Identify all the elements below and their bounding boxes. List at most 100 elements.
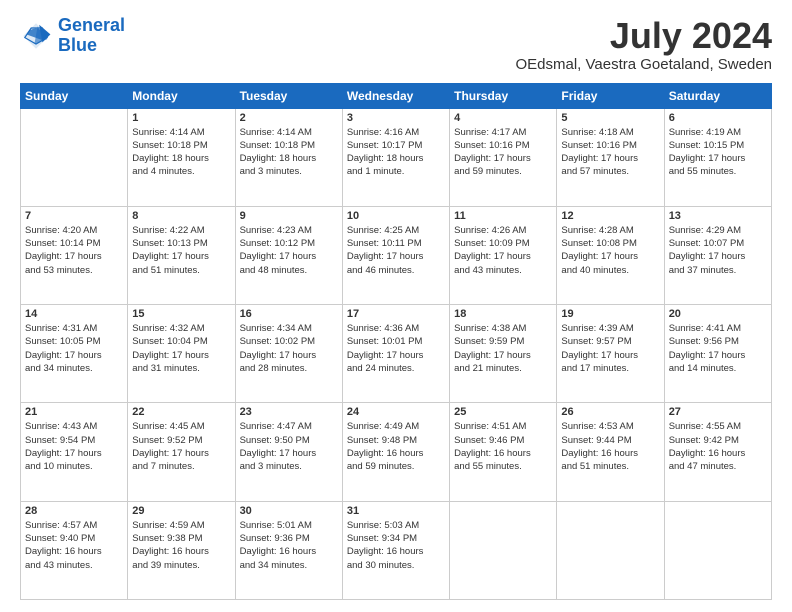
day-number: 28 (25, 505, 123, 517)
day-info: Sunrise: 4:31 AM Sunset: 10:05 PM Daylig… (25, 322, 123, 375)
calendar-cell: 24Sunrise: 4:49 AM Sunset: 9:48 PM Dayli… (342, 403, 449, 501)
title-block: July 2024 OEdsmal, Vaestra Goetaland, Sw… (515, 16, 772, 73)
day-number: 27 (669, 406, 767, 418)
calendar-cell: 30Sunrise: 5:01 AM Sunset: 9:36 PM Dayli… (235, 501, 342, 599)
calendar-cell: 6 Sunrise: 4:19 AM Sunset: 10:15 PM Dayli… (664, 108, 771, 206)
header: General Blue July 2024 OEdsmal, Vaestra … (20, 16, 772, 73)
calendar-cell: 12Sunrise: 4:28 AM Sunset: 10:08 PM Dayl… (557, 206, 664, 304)
day-info: Sunrise: 4:22 AM Sunset: 10:13 PM Daylig… (132, 224, 230, 277)
day-number: 4 (454, 112, 552, 124)
calendar-cell: 19Sunrise: 4:39 AM Sunset: 9:57 PM Dayli… (557, 305, 664, 403)
logo-icon (20, 20, 52, 52)
day-number: 6 (669, 112, 767, 124)
calendar-cell (557, 501, 664, 599)
day-number: 11 (454, 210, 552, 222)
day-info: Sunrise: 4:55 AM Sunset: 9:42 PM Dayligh… (669, 420, 767, 473)
day-number: 10 (347, 210, 445, 222)
day-number: 20 (669, 308, 767, 320)
calendar-cell: 1 Sunrise: 4:14 AM Sunset: 10:18 PM Dayli… (128, 108, 235, 206)
calendar-cell: 17 Sunrise: 4:36 AM Sunset: 10:01 PM Dayl… (342, 305, 449, 403)
col-monday: Monday (128, 83, 235, 108)
logo: General Blue (20, 16, 125, 56)
logo-blue: Blue (58, 35, 97, 55)
day-number: 24 (347, 406, 445, 418)
week-row-5: 28 Sunrise: 4:57 AM Sunset: 9:40 PM Dayli… (21, 501, 772, 599)
day-info: Sunrise: 5:03 AM Sunset: 9:34 PM Dayligh… (347, 519, 445, 572)
day-number: 3 (347, 112, 445, 124)
day-info: Sunrise: 4:41 AM Sunset: 9:56 PM Dayligh… (669, 322, 767, 375)
day-info: Sunrise: 4:43 AM Sunset: 9:54 PM Dayligh… (25, 420, 123, 473)
day-info: Sunrise: 4:45 AM Sunset: 9:52 PM Dayligh… (132, 420, 230, 473)
day-info: Sunrise: 4:25 AM Sunset: 10:11 PM Daylig… (347, 224, 445, 277)
col-thursday: Thursday (450, 83, 557, 108)
day-info: Sunrise: 4:32 AM Sunset: 10:04 PM Daylig… (132, 322, 230, 375)
calendar-cell: 11 Sunrise: 4:26 AM Sunset: 10:09 PM Dayl… (450, 206, 557, 304)
calendar-cell (21, 108, 128, 206)
day-info: Sunrise: 4:47 AM Sunset: 9:50 PM Dayligh… (240, 420, 338, 473)
calendar-cell: 16Sunrise: 4:34 AM Sunset: 10:02 PM Dayl… (235, 305, 342, 403)
day-info: Sunrise: 4:18 AM Sunset: 10:16 PM Daylig… (561, 126, 659, 179)
calendar-cell: 28 Sunrise: 4:57 AM Sunset: 9:40 PM Dayli… (21, 501, 128, 599)
page: General Blue July 2024 OEdsmal, Vaestra … (0, 0, 792, 612)
calendar-cell: 14Sunrise: 4:31 AM Sunset: 10:05 PM Dayl… (21, 305, 128, 403)
calendar-header-row: Sunday Monday Tuesday Wednesday Thursday… (21, 83, 772, 108)
week-row-2: 7 Sunrise: 4:20 AM Sunset: 10:14 PM Dayli… (21, 206, 772, 304)
calendar-cell: 31 Sunrise: 5:03 AM Sunset: 9:34 PM Dayli… (342, 501, 449, 599)
day-number: 26 (561, 406, 659, 418)
week-row-4: 21 Sunrise: 4:43 AM Sunset: 9:54 PM Dayli… (21, 403, 772, 501)
calendar-cell: 27 Sunrise: 4:55 AM Sunset: 9:42 PM Dayli… (664, 403, 771, 501)
day-number: 31 (347, 505, 445, 517)
day-number: 5 (561, 112, 659, 124)
logo-text: General Blue (58, 16, 125, 56)
calendar-cell: 8 Sunrise: 4:22 AM Sunset: 10:13 PM Dayli… (128, 206, 235, 304)
col-wednesday: Wednesday (342, 83, 449, 108)
day-info: Sunrise: 4:26 AM Sunset: 10:09 PM Daylig… (454, 224, 552, 277)
day-number: 19 (561, 308, 659, 320)
day-info: Sunrise: 4:14 AM Sunset: 10:18 PM Daylig… (132, 126, 230, 179)
day-info: Sunrise: 4:53 AM Sunset: 9:44 PM Dayligh… (561, 420, 659, 473)
day-number: 16 (240, 308, 338, 320)
day-info: Sunrise: 4:29 AM Sunset: 10:07 PM Daylig… (669, 224, 767, 277)
day-info: Sunrise: 4:51 AM Sunset: 9:46 PM Dayligh… (454, 420, 552, 473)
day-info: Sunrise: 4:19 AM Sunset: 10:15 PM Daylig… (669, 126, 767, 179)
col-saturday: Saturday (664, 83, 771, 108)
calendar-cell: 18 Sunrise: 4:38 AM Sunset: 9:59 PM Dayli… (450, 305, 557, 403)
day-info: Sunrise: 4:38 AM Sunset: 9:59 PM Dayligh… (454, 322, 552, 375)
day-number: 7 (25, 210, 123, 222)
day-info: Sunrise: 4:14 AM Sunset: 10:18 PM Daylig… (240, 126, 338, 179)
calendar-cell: 15 Sunrise: 4:32 AM Sunset: 10:04 PM Dayl… (128, 305, 235, 403)
day-number: 21 (25, 406, 123, 418)
calendar-cell: 13 Sunrise: 4:29 AM Sunset: 10:07 PM Dayl… (664, 206, 771, 304)
col-sunday: Sunday (21, 83, 128, 108)
calendar-cell: 2Sunrise: 4:14 AM Sunset: 10:18 PM Dayli… (235, 108, 342, 206)
calendar-cell: 22 Sunrise: 4:45 AM Sunset: 9:52 PM Dayli… (128, 403, 235, 501)
day-info: Sunrise: 4:20 AM Sunset: 10:14 PM Daylig… (25, 224, 123, 277)
day-number: 17 (347, 308, 445, 320)
logo-general: General (58, 15, 125, 35)
col-tuesday: Tuesday (235, 83, 342, 108)
day-info: Sunrise: 4:57 AM Sunset: 9:40 PM Dayligh… (25, 519, 123, 572)
calendar-cell: 10 Sunrise: 4:25 AM Sunset: 10:11 PM Dayl… (342, 206, 449, 304)
day-number: 8 (132, 210, 230, 222)
calendar-cell: 29Sunrise: 4:59 AM Sunset: 9:38 PM Dayli… (128, 501, 235, 599)
calendar-cell: 25 Sunrise: 4:51 AM Sunset: 9:46 PM Dayli… (450, 403, 557, 501)
main-title: July 2024 (515, 16, 772, 56)
day-number: 12 (561, 210, 659, 222)
calendar-cell: 4Sunrise: 4:17 AM Sunset: 10:16 PM Dayli… (450, 108, 557, 206)
day-number: 15 (132, 308, 230, 320)
week-row-1: 1 Sunrise: 4:14 AM Sunset: 10:18 PM Dayli… (21, 108, 772, 206)
day-number: 25 (454, 406, 552, 418)
calendar-cell: 3Sunrise: 4:16 AM Sunset: 10:17 PM Dayli… (342, 108, 449, 206)
calendar-cell (664, 501, 771, 599)
day-number: 18 (454, 308, 552, 320)
day-info: Sunrise: 4:59 AM Sunset: 9:38 PM Dayligh… (132, 519, 230, 572)
day-info: Sunrise: 4:23 AM Sunset: 10:12 PM Daylig… (240, 224, 338, 277)
day-number: 30 (240, 505, 338, 517)
day-info: Sunrise: 4:36 AM Sunset: 10:01 PM Daylig… (347, 322, 445, 375)
day-number: 22 (132, 406, 230, 418)
day-number: 9 (240, 210, 338, 222)
day-number: 1 (132, 112, 230, 124)
calendar-cell (450, 501, 557, 599)
week-row-3: 14Sunrise: 4:31 AM Sunset: 10:05 PM Dayl… (21, 305, 772, 403)
day-number: 13 (669, 210, 767, 222)
